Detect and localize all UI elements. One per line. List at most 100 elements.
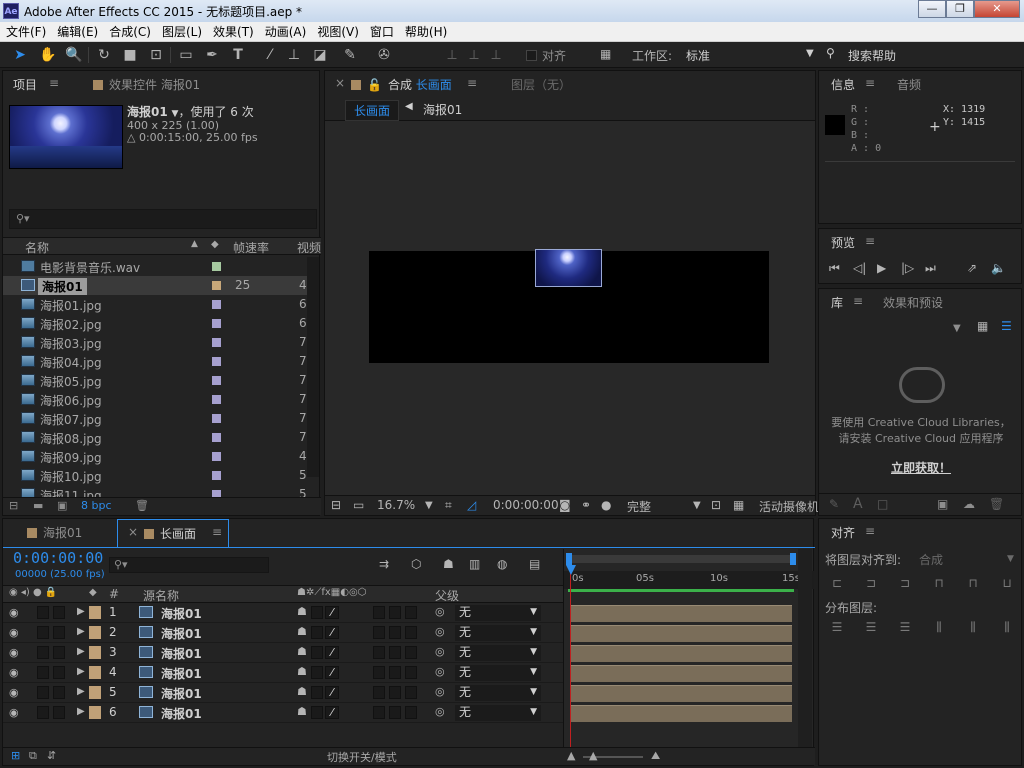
- layer-duration-bar[interactable]: [570, 665, 792, 682]
- layer-name[interactable]: 海报01: [161, 625, 202, 642]
- project-panel-menu-icon[interactable]: ≡: [49, 76, 59, 90]
- solo-toggle[interactable]: [37, 646, 49, 659]
- 3d-layer-switch[interactable]: [405, 646, 417, 659]
- next-frame-icon[interactable]: |▷: [901, 261, 914, 275]
- tab-timeline-poster[interactable]: 海报01: [27, 524, 82, 541]
- tab-layer[interactable]: 图层（无）: [511, 76, 571, 93]
- composition-viewer[interactable]: [325, 121, 815, 495]
- menu-window[interactable]: 窗口: [364, 22, 399, 42]
- quality-switch-icon[interactable]: ⁄: [325, 606, 339, 619]
- col-name[interactable]: 名称: [25, 239, 49, 256]
- rectangle-tool-icon[interactable]: ▭: [176, 45, 196, 65]
- loop-icon[interactable]: ⇗: [967, 261, 977, 275]
- lock-toggle[interactable]: [53, 666, 65, 679]
- timeline-graph[interactable]: 0s 05s 10s 15s: [563, 549, 814, 765]
- navigator-start-handle[interactable]: [566, 553, 572, 565]
- solo-toggle[interactable]: [37, 706, 49, 719]
- layer-name[interactable]: 海报01: [161, 705, 202, 722]
- collapse-switch[interactable]: [311, 646, 323, 659]
- parent-select[interactable]: 无 ▼: [455, 625, 541, 641]
- layer-name[interactable]: 海报01: [161, 645, 202, 662]
- distribute-top-icon[interactable]: ☰: [829, 619, 845, 635]
- project-item[interactable]: 海报05.jpg 7: [3, 371, 307, 390]
- fx-switch[interactable]: [373, 626, 385, 639]
- zoom-in-icon[interactable]: ⛰: [651, 749, 660, 763]
- tab-info[interactable]: 信息: [831, 76, 855, 93]
- solo-toggle[interactable]: [37, 686, 49, 699]
- project-search-input[interactable]: ⚲▾: [9, 209, 317, 229]
- quality-switch-icon[interactable]: ⁄: [325, 686, 339, 699]
- sync-icon[interactable]: ☁: [963, 497, 975, 511]
- parent-select[interactable]: 无 ▼: [455, 605, 541, 621]
- layer-row[interactable]: ◉ ▶ 2 海报01 ☗ ⁄ ◎ 无 ▼: [3, 623, 563, 643]
- quality-switch-icon[interactable]: ⁄: [325, 666, 339, 679]
- collapse-switch[interactable]: [311, 686, 323, 699]
- add-text-icon[interactable]: A: [853, 496, 863, 512]
- align-to-select[interactable]: 合成: [919, 551, 943, 568]
- play-icon[interactable]: ▶: [877, 261, 886, 275]
- label-color-swatch[interactable]: [212, 262, 221, 271]
- lock-toggle[interactable]: [53, 706, 65, 719]
- layer-label-color[interactable]: [89, 666, 101, 679]
- zoom-dropdown-icon[interactable]: ▼: [425, 500, 433, 511]
- pick-whip-icon[interactable]: ◎: [435, 705, 445, 718]
- align-right-icon[interactable]: ⊐: [897, 575, 913, 591]
- expand-modes-icon[interactable]: ⧉: [29, 749, 37, 763]
- shy-switch-icon[interactable]: ☗: [297, 605, 307, 618]
- menu-animation[interactable]: 动画(A): [259, 22, 312, 42]
- draft-3d-icon[interactable]: ⬡: [411, 557, 421, 571]
- col-fps[interactable]: 帧速率: [233, 239, 269, 256]
- 3d-layer-switch[interactable]: [405, 606, 417, 619]
- stock-icon[interactable]: ▣: [937, 497, 948, 511]
- layer-label-color[interactable]: [89, 706, 101, 719]
- menu-view[interactable]: 视图(V): [311, 22, 364, 42]
- roto-brush-tool-icon[interactable]: ✎: [340, 45, 360, 65]
- brush-tool-icon[interactable]: ⁄: [260, 45, 280, 65]
- expand-layer-icon[interactable]: ▶: [77, 606, 85, 617]
- first-frame-icon[interactable]: ⏮: [829, 261, 840, 276]
- label-color-swatch[interactable]: [212, 414, 221, 423]
- bpc-button[interactable]: 8 bpc: [81, 499, 112, 512]
- parent-dropdown-icon[interactable]: ▼: [530, 705, 537, 720]
- align-to-dropdown-icon[interactable]: ▼: [1007, 554, 1014, 564]
- distribute-bottom-icon[interactable]: ☰: [897, 619, 913, 635]
- library-panel-menu-icon[interactable]: ≡: [853, 294, 863, 308]
- fx-switch[interactable]: [373, 606, 385, 619]
- timeline-panel-menu-icon[interactable]: ≡: [212, 525, 222, 539]
- solo-toggle[interactable]: [37, 666, 49, 679]
- col-video[interactable]: 视频: [297, 239, 321, 256]
- parent-dropdown-icon[interactable]: ▼: [530, 685, 537, 700]
- tab-library[interactable]: 库: [831, 294, 843, 311]
- snapshot-icon[interactable]: ◙: [559, 498, 571, 512]
- view-axis-icon[interactable]: ⟂: [486, 45, 506, 65]
- close-tab-icon[interactable]: ×: [335, 76, 345, 90]
- pan-behind-tool-icon[interactable]: ⊡: [146, 45, 166, 65]
- workspace-dropdown-icon[interactable]: ▼: [806, 48, 814, 59]
- lock-toggle[interactable]: [53, 626, 65, 639]
- pick-whip-icon[interactable]: ◎: [435, 645, 445, 658]
- layer-thumbnail[interactable]: [535, 249, 602, 287]
- expand-layer-icon[interactable]: ▶: [77, 686, 85, 697]
- camera-tool-icon[interactable]: ■: [120, 45, 140, 65]
- visibility-eye-icon[interactable]: ◉: [9, 666, 19, 679]
- project-item[interactable]: 海报02.jpg 6: [3, 314, 307, 333]
- comp-mini-flowchart-icon[interactable]: ⇉: [379, 557, 389, 571]
- col-source-name[interactable]: 源名称: [143, 587, 179, 604]
- breadcrumb-next[interactable]: 海报01: [423, 101, 462, 118]
- add-graphic-icon[interactable]: □: [877, 497, 888, 511]
- tab-align[interactable]: 对齐: [831, 524, 855, 541]
- label-color-swatch[interactable]: [212, 395, 221, 404]
- graph-editor-icon[interactable]: ▤: [529, 557, 540, 571]
- layer-name[interactable]: 海报01: [161, 605, 202, 622]
- parent-dropdown-icon[interactable]: ▼: [530, 605, 537, 620]
- layer-duration-bar[interactable]: [570, 645, 792, 662]
- comp-panel-menu-icon[interactable]: ≡: [467, 76, 477, 90]
- layer-row[interactable]: ◉ ▶ 6 海报01 ☗ ⁄ ◎ 无 ▼: [3, 703, 563, 723]
- zoom-slider-thumb-icon[interactable]: ▲: [589, 749, 597, 762]
- shy-switch-icon[interactable]: ☗: [297, 705, 307, 718]
- zoom-out-icon[interactable]: ▲: [567, 749, 575, 762]
- fx-switch[interactable]: [373, 646, 385, 659]
- label-color-swatch[interactable]: [212, 433, 221, 442]
- current-time-indicator[interactable]: [570, 569, 571, 765]
- motion-blur-icon[interactable]: ◍: [497, 557, 507, 571]
